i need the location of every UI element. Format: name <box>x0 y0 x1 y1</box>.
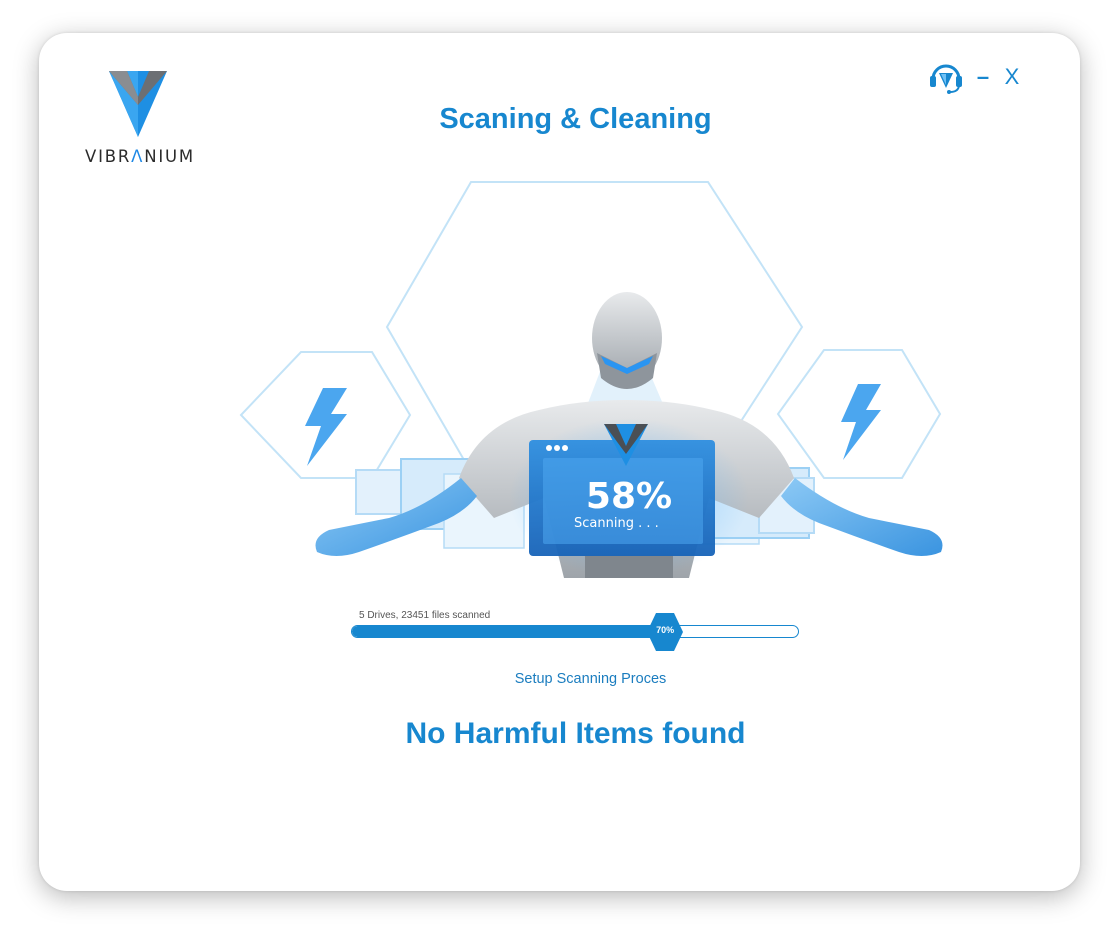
scan-progress-bar <box>351 625 799 638</box>
brand-name: VIBRΛNIUM <box>85 147 195 166</box>
progress-percent: 70% <box>656 625 675 635</box>
app-window: VIBRΛNIUM Scaning & Cleaning – X 58% Sca… <box>39 33 1080 891</box>
scan-hero-illustration: 58% Scanning . . . <box>239 181 943 578</box>
scan-percent: 58% <box>586 476 672 517</box>
close-button[interactable]: X <box>1001 61 1023 93</box>
progress-caption: 5 Drives, 23451 files scanned <box>359 610 491 621</box>
lightning-left-icon <box>305 388 347 466</box>
scan-status-text: Scanning . . . <box>574 516 659 531</box>
headset-support-icon <box>930 64 962 94</box>
minimize-button[interactable]: – <box>973 61 993 93</box>
progress-badge: 70% <box>646 612 684 652</box>
lightning-right-icon <box>841 384 881 460</box>
page-title: Scaning & Cleaning <box>439 103 712 135</box>
support-button[interactable] <box>927 61 965 94</box>
scan-progress-fill <box>352 626 665 637</box>
scan-result-message: No Harmful Items found <box>405 717 746 750</box>
setup-scanning-link[interactable]: Setup Scanning Proces <box>39 671 1119 687</box>
